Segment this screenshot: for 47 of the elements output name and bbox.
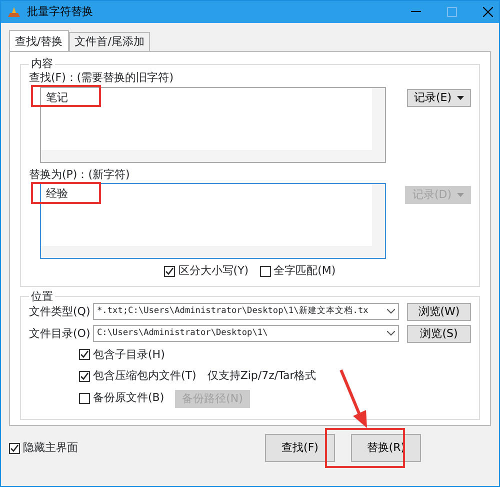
close-icon[interactable] bbox=[483, 7, 493, 17]
horizontal-scrollbar[interactable] bbox=[41, 246, 385, 258]
checkbox[interactable]: 全字匹配(M) bbox=[260, 263, 336, 280]
tab[interactable]: 查找/替换 bbox=[9, 30, 69, 51]
checkbox[interactable]: 包含子目录(H) bbox=[79, 346, 165, 363]
vertical-scrollbar[interactable] bbox=[372, 88, 385, 150]
text-value: 经验 bbox=[46, 187, 68, 200]
dropdown-icon[interactable] bbox=[386, 331, 395, 336]
field-label: 文件目录(O) bbox=[29, 326, 90, 340]
highlight-box bbox=[31, 182, 101, 204]
tab[interactable]: 文件首/尾添加 bbox=[68, 32, 150, 51]
action-button[interactable]: 查找(F) bbox=[265, 434, 335, 462]
check-icon bbox=[80, 372, 89, 381]
field-value: *.txt;C:\Users\Administrator\Desktop\1\新建文本文档.tx bbox=[97, 305, 370, 318]
field-label: 文件类型(Q) bbox=[29, 304, 90, 318]
group-title: 内容 bbox=[30, 58, 54, 70]
vertical-scrollbar[interactable] bbox=[372, 184, 385, 246]
window-title: 批量字符替换 bbox=[27, 4, 93, 20]
combo-box[interactable]: *.txt;C:\Users\Administrator\Desktop\1\新建文本文档.tx bbox=[93, 303, 399, 320]
caret-icon bbox=[457, 192, 464, 197]
field-value: C:\Users\Administrator\Desktop\1\ bbox=[97, 327, 269, 340]
history-button[interactable]: 记录(E) bbox=[406, 89, 471, 108]
arrow bbox=[339, 368, 369, 430]
checkbox[interactable]: 隐藏主界面 bbox=[9, 440, 78, 456]
minimize-icon[interactable] bbox=[411, 11, 421, 13]
dropdown-icon[interactable] bbox=[386, 309, 395, 314]
text-area[interactable]: 经验 bbox=[40, 183, 386, 259]
text-area[interactable]: 笔记 bbox=[40, 86, 386, 162]
combo-box[interactable]: C:\Users\Administrator\Desktop\1\ bbox=[93, 325, 399, 342]
check-icon bbox=[10, 444, 19, 452]
app-icon bbox=[7, 6, 21, 18]
checkbox[interactable]: 包含压缩包内文件(T) bbox=[79, 368, 196, 384]
group-title: 位置 bbox=[30, 290, 54, 302]
browse-button[interactable]: 浏览(S) bbox=[407, 324, 471, 342]
horizontal-scrollbar[interactable] bbox=[41, 150, 385, 162]
check-icon bbox=[165, 266, 174, 276]
check-icon bbox=[80, 350, 89, 360]
field-label: 替换为(P)：(新字符) bbox=[29, 168, 130, 182]
browse-button[interactable]: 浏览(W) bbox=[407, 302, 471, 320]
checkbox[interactable]: 备份原文件(B) bbox=[79, 390, 164, 407]
field-label: 查找(F)：(需要替换的旧字符) bbox=[29, 71, 174, 85]
checkbox[interactable]: 区分大小写(Y) bbox=[164, 263, 249, 280]
caret-icon bbox=[457, 96, 464, 100]
maximize-icon[interactable] bbox=[447, 7, 457, 17]
text-value: 笔记 bbox=[46, 90, 68, 104]
hint-text: 仅支持Zip/7z/Tar格式 bbox=[207, 368, 316, 384]
highlight-box bbox=[31, 85, 101, 107]
